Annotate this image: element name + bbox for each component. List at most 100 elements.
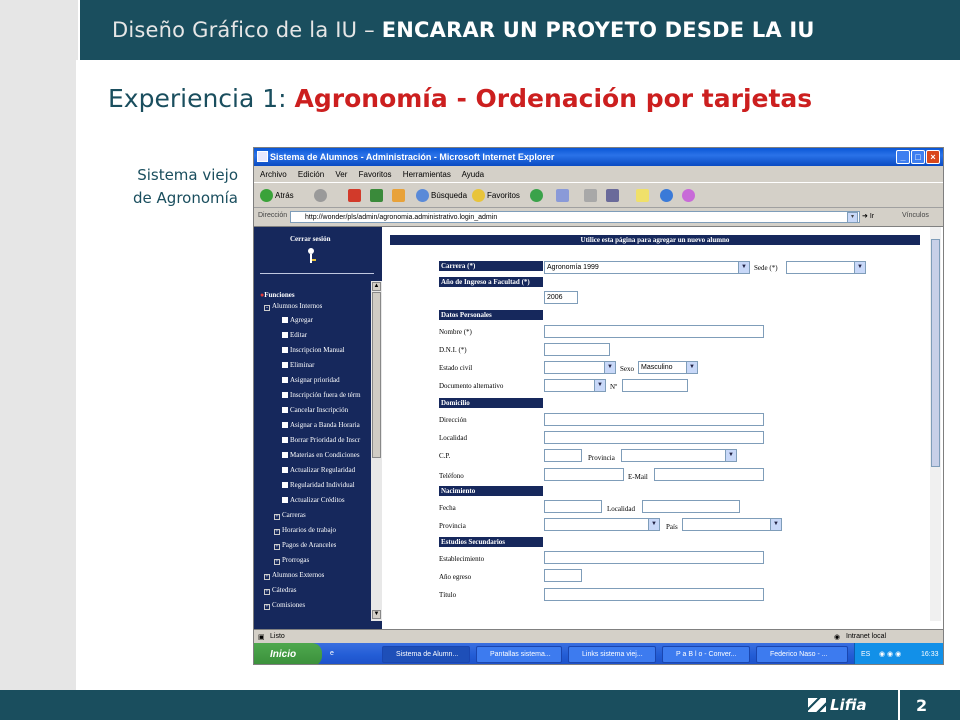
- carrera-label: Carrera (*): [439, 261, 543, 271]
- edit-button[interactable]: [606, 189, 621, 203]
- nombre-input[interactable]: [544, 325, 764, 338]
- sidebar-item-inscripcion-manual[interactable]: Inscripcion Manual: [282, 346, 370, 354]
- sidebar-item-actualizar-creditos[interactable]: Actualizar Créditos: [282, 496, 370, 504]
- carrera-select[interactable]: Agronomía 1999 ▼: [544, 261, 750, 274]
- address-dropdown-icon[interactable]: ▾: [847, 212, 858, 223]
- sidebar-subgroup-horarios[interactable]: + Horarios de trabajo: [274, 526, 336, 535]
- chevron-down-icon: ▼: [770, 519, 781, 530]
- sidebar-subgroup-carreras[interactable]: + Carreras: [274, 511, 306, 520]
- item-label: Actualizar Créditos: [290, 496, 345, 504]
- cp-input[interactable]: [544, 449, 582, 462]
- menu-edicion[interactable]: Edición: [298, 170, 324, 179]
- direccion-input[interactable]: [544, 413, 764, 426]
- sidebar-item-eliminar[interactable]: Eliminar: [282, 361, 370, 369]
- scroll-down-icon[interactable]: ▼: [372, 610, 381, 619]
- page-scroll-thumb[interactable]: [931, 239, 940, 467]
- taskbar-task-links[interactable]: Links sistema viej...: [568, 646, 656, 663]
- sidebar-item-inscripcion-fuera[interactable]: Inscripción fuera de térm: [282, 391, 370, 399]
- logout-key-icon[interactable]: [306, 247, 320, 265]
- history-button[interactable]: [530, 189, 545, 203]
- search-button[interactable]: Búsqueda: [416, 189, 467, 203]
- sidebar-item-borrar-prioridad[interactable]: Borrar Prioridad de Inscr: [282, 436, 370, 444]
- language-indicator[interactable]: ES: [861, 643, 870, 664]
- note-icon: [636, 189, 649, 203]
- sidebar-item-agregar[interactable]: Agregar: [282, 316, 370, 324]
- sidebar-scrollbar[interactable]: ▲ ▼: [371, 281, 382, 621]
- sidebar-scroll-thumb[interactable]: [372, 292, 381, 458]
- sexo-select[interactable]: Masculino ▼: [638, 361, 698, 374]
- messenger-button[interactable]: [660, 189, 675, 203]
- titulo-input[interactable]: [544, 588, 764, 601]
- clock[interactable]: 16:33: [921, 643, 939, 664]
- mail-button[interactable]: [556, 189, 571, 203]
- nacimiento-localidad-input[interactable]: [642, 500, 740, 513]
- page-icon: [282, 497, 288, 503]
- taskbar-task-sistema[interactable]: Sistema de Alumn...: [382, 646, 470, 663]
- discuss-button[interactable]: [636, 189, 651, 203]
- sidebar-item-actualizar-regularidad[interactable]: Actualizar Regularidad: [282, 466, 370, 474]
- telefono-input[interactable]: [544, 468, 624, 481]
- start-button[interactable]: Inicio: [254, 643, 322, 664]
- pais-select[interactable]: ▼: [682, 518, 782, 531]
- anio-ingreso-input[interactable]: 2006: [544, 291, 578, 304]
- sidebar-item-materias[interactable]: Materias en Condiciones: [282, 451, 370, 459]
- close-button[interactable]: ×: [926, 150, 940, 164]
- item-label: Regularidad Individual: [290, 481, 355, 489]
- nacimiento-provincia-select[interactable]: ▼: [544, 518, 660, 531]
- sidebar-group-comisiones[interactable]: + Comisiones: [264, 601, 305, 610]
- sidebar-subgroup-prorrogas[interactable]: + Prorrogas: [274, 556, 309, 565]
- research-button[interactable]: [682, 189, 697, 203]
- logout-link[interactable]: Cerrar sesión: [290, 235, 331, 243]
- favorites-button[interactable]: Favoritos: [472, 189, 520, 203]
- address-value: http://wonder/pls/admin/agronomia.admini…: [305, 214, 498, 221]
- chevron-down-icon: ▼: [738, 262, 749, 273]
- documento-alternativo-select[interactable]: ▼: [544, 379, 606, 392]
- dni-input[interactable]: [544, 343, 610, 356]
- establecimiento-input[interactable]: [544, 551, 764, 564]
- sede-select[interactable]: ▼: [786, 261, 866, 274]
- back-button[interactable]: Atrás: [260, 189, 294, 203]
- go-button[interactable]: ➜ Ir: [862, 212, 874, 220]
- email-input[interactable]: [654, 468, 764, 481]
- menu-ver[interactable]: Ver: [335, 170, 347, 179]
- sidebar-group-alumnos-internos[interactable]: - Alumnos Internos: [264, 302, 322, 311]
- menu-favoritos[interactable]: Favoritos: [359, 170, 392, 179]
- localidad-input[interactable]: [544, 431, 764, 444]
- menu-herramientas[interactable]: Herramientas: [403, 170, 451, 179]
- sidebar-item-asignar-banda[interactable]: Asignar a Banda Horaria: [282, 421, 370, 429]
- scroll-up-icon[interactable]: ▲: [372, 282, 381, 291]
- fecha-input[interactable]: [544, 500, 602, 513]
- sidebar-item-cancelar-inscripcion[interactable]: Cancelar Inscripción: [282, 406, 370, 414]
- sidebar-item-regularidad-individual[interactable]: Regularidad Individual: [282, 481, 370, 489]
- maximize-button[interactable]: □: [911, 150, 925, 164]
- provincia-select[interactable]: ▼: [621, 449, 737, 462]
- taskbar-task-federico[interactable]: Federico Naso - ...: [756, 646, 848, 663]
- page-scrollbar[interactable]: [930, 227, 941, 621]
- menu-ayuda[interactable]: Ayuda: [462, 170, 485, 179]
- taskbar-task-pantallas[interactable]: Pantallas sistema...: [476, 646, 562, 663]
- numero-input[interactable]: [622, 379, 688, 392]
- sidebar-group-catedras[interactable]: + Cátedras: [264, 586, 297, 595]
- refresh-button[interactable]: [370, 189, 385, 203]
- taskbar-task-pablo[interactable]: P a B l o - Conver...: [662, 646, 750, 663]
- menu-archivo[interactable]: Archivo: [260, 170, 287, 179]
- links-label[interactable]: Vínculos: [902, 212, 929, 219]
- anio-egreso-input[interactable]: [544, 569, 582, 582]
- collapse-icon: -: [264, 305, 270, 311]
- sidebar-group-alumnos-externos[interactable]: + Alumnos Externos: [264, 571, 324, 580]
- forward-button[interactable]: [314, 189, 329, 203]
- mail-icon: [556, 189, 569, 203]
- print-button[interactable]: [584, 189, 599, 203]
- home-button[interactable]: [392, 189, 407, 203]
- address-input[interactable]: http://wonder/pls/admin/agronomia.admini…: [290, 211, 860, 223]
- estado-civil-select[interactable]: ▼: [544, 361, 616, 374]
- sidebar-subgroup-pagos[interactable]: + Pagos de Aranceles: [274, 541, 336, 550]
- quicklaunch-ie-icon[interactable]: e: [330, 646, 340, 663]
- stop-button[interactable]: [348, 189, 363, 203]
- caption-line-2: de Agronomía: [133, 189, 238, 207]
- minimize-button[interactable]: _: [896, 150, 910, 164]
- sidebar-item-editar[interactable]: Editar: [282, 331, 370, 339]
- sidebar-item-asignar-prioridad[interactable]: Asignar prioridad: [282, 376, 370, 384]
- expand-icon: +: [264, 589, 270, 595]
- page-content: Cerrar sesión ●Funciones - Alumnos Intern…: [254, 226, 943, 630]
